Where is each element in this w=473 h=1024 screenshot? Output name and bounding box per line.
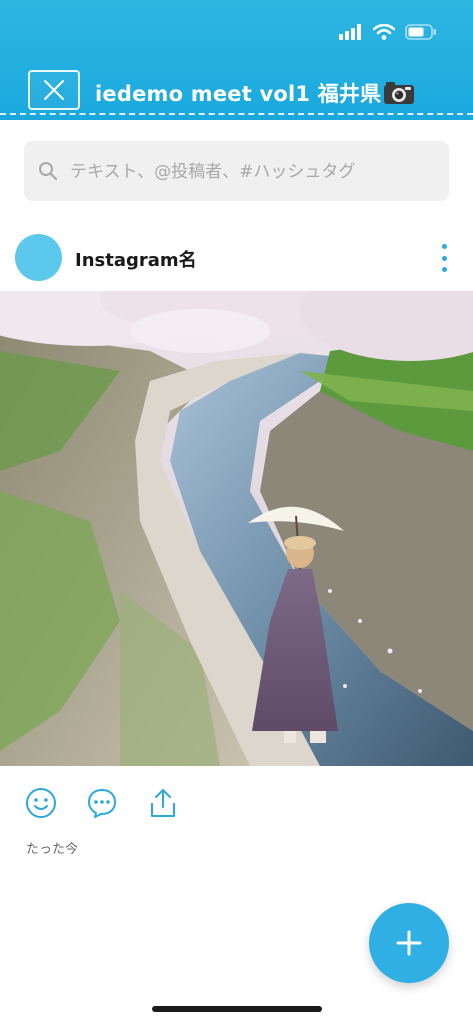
post-timestamp: たった今	[26, 842, 79, 857]
plus-icon	[396, 930, 422, 956]
add-post-button[interactable]	[369, 903, 449, 983]
more-vertical-icon[interactable]	[436, 244, 452, 272]
reaction-button[interactable]	[24, 786, 58, 820]
close-button[interactable]	[28, 70, 80, 110]
battery-icon	[405, 24, 436, 40]
post-image[interactable]	[0, 291, 473, 766]
wifi-icon	[373, 24, 395, 40]
app-header: iedemo meet vol1 福井県	[0, 0, 473, 120]
status-bar	[339, 22, 437, 42]
close-icon	[44, 80, 64, 100]
page-title: iedemo meet vol1 福井県	[95, 78, 415, 108]
search-bar[interactable]	[24, 141, 449, 203]
avatar[interactable]	[15, 234, 62, 281]
smiley-icon	[26, 788, 56, 818]
comment-button[interactable]	[85, 786, 119, 820]
page-title-text: iedemo meet vol1 福井県	[95, 82, 382, 106]
post-actions	[24, 786, 180, 820]
comment-icon	[88, 789, 116, 818]
search-input[interactable]	[68, 141, 442, 203]
post-username[interactable]: Instagram名	[75, 246, 197, 272]
home-indicator[interactable]	[152, 1006, 322, 1012]
signal-icon	[339, 24, 361, 40]
post-header: Instagram名	[0, 230, 473, 286]
camera-icon	[384, 82, 415, 104]
share-icon	[151, 789, 175, 817]
share-button[interactable]	[146, 786, 180, 820]
search-icon	[39, 162, 58, 181]
header-divider	[0, 113, 473, 115]
